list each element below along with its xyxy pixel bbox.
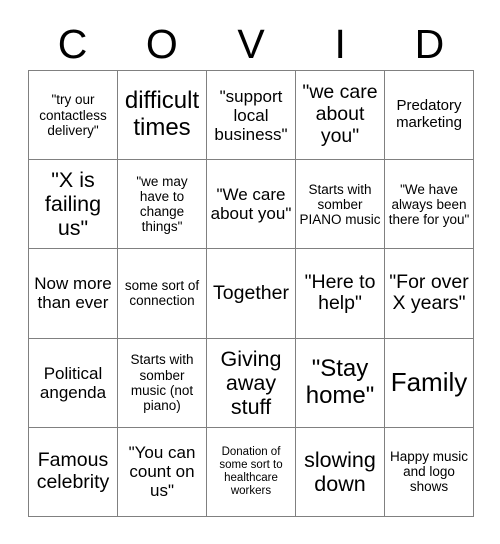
bingo-cell-r2c3[interactable]: "We care about you": [207, 160, 296, 250]
bingo-cell-r1c1[interactable]: "try our contactless delivery": [29, 71, 118, 161]
bingo-cell-label: Giving away stuff: [220, 346, 282, 419]
bingo-cell-label: some sort of connection: [124, 278, 200, 309]
bingo-grid: "try our contactless delivery" difficult …: [28, 70, 474, 517]
bingo-cell-r4c2[interactable]: Starts with somber music (not piano): [118, 338, 207, 428]
bingo-cell-label: "We care about you": [210, 185, 292, 224]
bingo-cell-label: "For over X years": [389, 270, 469, 315]
bingo-cell-r3c5[interactable]: "For over X years": [385, 249, 474, 339]
bingo-cell-label: "we care about you": [302, 81, 378, 147]
bingo-cell-label: "we may have to change things": [136, 174, 188, 235]
bingo-cell-label: Political angenda: [39, 363, 107, 402]
bingo-header-letter-c: C: [57, 21, 88, 67]
bingo-cell-r4c5[interactable]: Family: [385, 338, 474, 428]
bingo-cell-r1c4[interactable]: "we care about you": [296, 71, 385, 161]
bingo-cell-label: "Stay home": [305, 354, 375, 409]
bingo-cell-r3c4[interactable]: "Here to help": [296, 249, 385, 339]
bingo-cell-r5c5[interactable]: Happy music and logo shows: [385, 427, 474, 517]
bingo-cell-r1c3[interactable]: "support local business": [207, 71, 296, 161]
bingo-cell-label: Happy music and logo shows: [389, 449, 469, 495]
bingo-cell-label: "We have always been there for you": [388, 181, 470, 227]
bingo-cell-r1c5[interactable]: Predatory marketing: [385, 71, 474, 161]
bingo-cell-r1c2[interactable]: difficult times: [118, 71, 207, 161]
bingo-cell-label: "X is failing us": [44, 168, 102, 241]
bingo-cell-label: Together: [213, 281, 289, 304]
bingo-cell-label: Starts with somber PIANO music: [299, 181, 381, 227]
bingo-cell-label: Now more than ever: [34, 274, 112, 313]
bingo-cell-label: Predatory marketing: [396, 97, 462, 132]
bingo-header-letter-v: V: [237, 21, 265, 67]
bingo-header: COVID: [28, 18, 474, 70]
bingo-header-letter-d: D: [414, 21, 445, 67]
bingo-cell-r3c3[interactable]: Together: [207, 249, 296, 339]
bingo-cell-r5c2[interactable]: "You can count on us": [118, 427, 207, 517]
bingo-cell-r5c4[interactable]: slowing down: [296, 427, 385, 517]
bingo-cell-r2c2[interactable]: "we may have to change things": [118, 160, 207, 250]
bingo-cell-label: Family: [390, 367, 468, 398]
bingo-cell-label: "Here to help": [304, 270, 376, 315]
bingo-cell-r3c2[interactable]: some sort of connection: [118, 249, 207, 339]
bingo-cell-r4c3[interactable]: Giving away stuff: [207, 338, 296, 428]
bingo-cell-r3c1[interactable]: Now more than ever: [29, 249, 118, 339]
bingo-cell-label: "try our contactless delivery": [39, 92, 107, 138]
bingo-cell-label: "You can count on us": [128, 443, 196, 501]
bingo-header-letter-o: O: [145, 21, 178, 67]
bingo-cell-r2c4[interactable]: Starts with somber PIANO music: [296, 160, 385, 250]
bingo-cell-r5c3[interactable]: Donation of some sort to healthcare work…: [207, 427, 296, 517]
bingo-cell-r4c4[interactable]: "Stay home": [296, 338, 385, 428]
bingo-cell-label: Donation of some sort to healthcare work…: [219, 446, 283, 497]
bingo-cell-label: "support local business": [214, 86, 288, 144]
bingo-cell-r5c1[interactable]: Famous celebrity: [29, 427, 118, 517]
bingo-cell-label: slowing down: [304, 447, 376, 496]
bingo-cell-r2c5[interactable]: "We have always been there for you": [385, 160, 474, 250]
bingo-cell-label: Starts with somber music (not piano): [130, 352, 194, 413]
bingo-cell-label: difficult times: [124, 87, 200, 142]
bingo-cell-r2c1[interactable]: "X is failing us": [29, 160, 118, 250]
bingo-card: C O V I D "try our contactless delivery" diff…: [0, 0, 500, 544]
bingo-cell-label: Famous celebrity: [36, 449, 110, 493]
bingo-header-letter-i: I: [334, 21, 346, 67]
bingo-cell-r4c1[interactable]: Political angenda: [29, 338, 118, 428]
